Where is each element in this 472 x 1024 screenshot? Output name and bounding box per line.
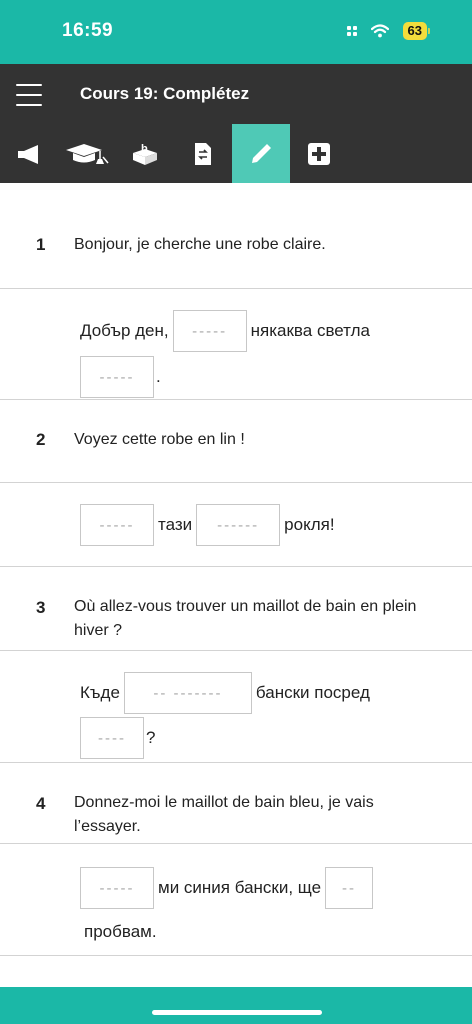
- page-title: Cours 19: Complétez: [80, 84, 250, 103]
- tab-listen[interactable]: [0, 124, 58, 183]
- answer-text: Добър ден,: [80, 321, 169, 340]
- answer-blank[interactable]: -----: [80, 504, 154, 546]
- answer-blank[interactable]: -- -------: [123, 672, 252, 714]
- answer-row-3: Къде -- ------- бански посред ---- ?: [0, 651, 472, 763]
- answer-blank[interactable]: -----: [80, 867, 154, 909]
- title-bar: Cours 19: Complétez: [0, 64, 472, 124]
- tab-bar: b: [0, 124, 472, 183]
- question-row-3: 3 Où allez-vous trouver un maillot de ba…: [0, 567, 472, 651]
- svg-text:b: b: [141, 143, 148, 155]
- hamburger-menu-icon[interactable]: [16, 84, 42, 106]
- status-bar: 16:59 63: [0, 0, 472, 64]
- answer-blank[interactable]: --: [325, 867, 374, 909]
- box-icon: b: [133, 143, 157, 165]
- answer-line: ----- ми синия бански, ще --: [80, 867, 374, 909]
- answer-text: бански посред: [255, 683, 370, 702]
- answer-line: пробвам.: [84, 922, 157, 942]
- answer-line: ----- .: [80, 356, 161, 398]
- answer-row-4: ----- ми синия бански, ще -- пробвам.: [0, 844, 472, 956]
- answer-line: Добър ден, ----- някаква светла: [80, 310, 370, 352]
- question-number: 2: [36, 430, 46, 449]
- answer-line: ---- ?: [80, 717, 155, 759]
- answer-text: ?: [146, 728, 156, 747]
- wifi-icon: [370, 24, 389, 38]
- question-row-1: 1 Bonjour, je cherche une robe claire.: [0, 183, 472, 289]
- answer-blank[interactable]: -----: [80, 356, 154, 398]
- answer-row-1: Добър ден, ----- някаква светла ----- .: [0, 289, 472, 400]
- tab-lesson[interactable]: [58, 124, 116, 183]
- tab-document[interactable]: [174, 124, 232, 183]
- plus-icon: [308, 142, 330, 165]
- answer-blank[interactable]: ------: [196, 504, 281, 546]
- answer-blank[interactable]: ----: [80, 717, 144, 759]
- megaphone-icon: [18, 144, 38, 164]
- answer-blank[interactable]: -----: [172, 310, 247, 352]
- document-icon: [195, 142, 211, 165]
- tab-exercise[interactable]: [232, 124, 290, 183]
- answer-row-2: ----- тази ------ рокля!: [0, 483, 472, 567]
- answer-text: .: [156, 367, 161, 386]
- answer-text: ми синия бански, ще: [158, 878, 322, 897]
- pencil-icon: [252, 143, 271, 163]
- answer-text: тази: [158, 515, 193, 534]
- question-text: Bonjour, je cherche une robe claire.: [74, 236, 326, 253]
- question-row-4: 4 Donnez-moi le maillot de bain bleu, je…: [0, 763, 472, 844]
- question-text: Où allez-vous trouver un maillot de bain…: [74, 598, 417, 639]
- tab-add[interactable]: [290, 124, 348, 183]
- home-indicator[interactable]: [152, 1010, 322, 1015]
- graduation-cap-icon: [66, 143, 109, 164]
- question-number: 4: [36, 794, 46, 813]
- question-text: Donnez-moi le maillot de bain bleu, je v…: [74, 794, 374, 835]
- bottom-bar: [0, 987, 472, 1024]
- answer-line: ----- тази ------ рокля!: [80, 504, 335, 546]
- question-row-2: 2 Voyez cette robe en lin !: [0, 400, 472, 483]
- answer-text: Къде: [80, 683, 120, 702]
- tab-box[interactable]: b: [116, 124, 174, 183]
- answer-line: Къде -- ------- бански посред: [80, 672, 370, 714]
- answer-text: някаква светла: [250, 321, 370, 340]
- battery-level: 63: [402, 22, 427, 40]
- status-icons: 63: [346, 22, 430, 40]
- question-number: 3: [36, 598, 46, 617]
- battery-icon: 63: [402, 22, 430, 40]
- question-number: 1: [36, 235, 46, 254]
- signal-icon: [346, 26, 357, 36]
- question-text: Voyez cette robe en lin !: [74, 431, 245, 448]
- answer-text: пробвам.: [84, 922, 157, 941]
- status-time: 16:59: [62, 20, 114, 41]
- answer-text: рокля!: [284, 515, 335, 534]
